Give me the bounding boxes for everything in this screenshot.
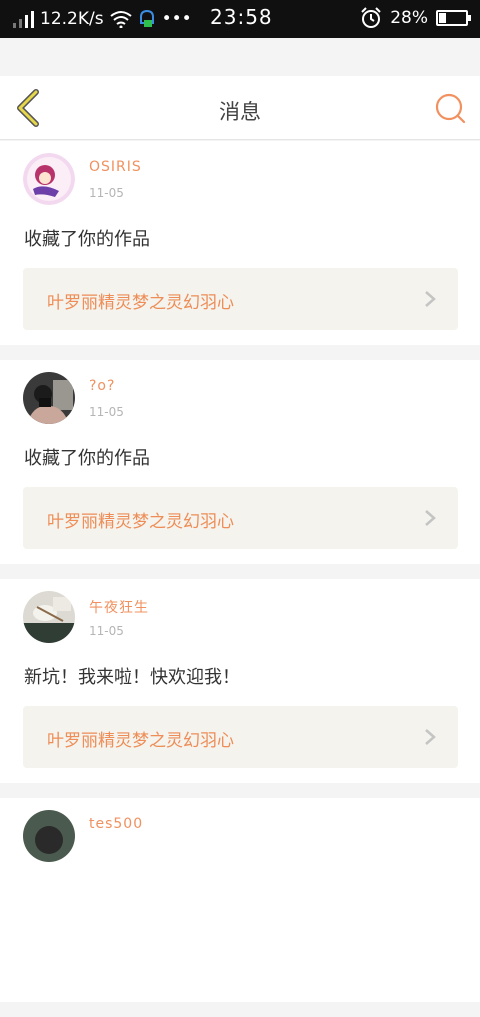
network-speed: 12.2K/s xyxy=(40,9,104,29)
message-card: OSIRIS 11-05 收藏了你的作品 叶罗丽精灵梦之灵幻羽心 xyxy=(0,141,480,345)
battery-icon xyxy=(436,10,471,26)
username[interactable]: 午夜狂生 xyxy=(89,597,149,617)
chevron-right-icon xyxy=(425,291,436,307)
avatar[interactable] xyxy=(23,810,75,862)
message-card: 午夜狂生 11-05 新坑！我来啦！快欢迎我！ 叶罗丽精灵梦之灵幻羽心 xyxy=(0,579,480,783)
top-spacer xyxy=(0,38,480,76)
avatar[interactable] xyxy=(23,372,75,424)
username[interactable]: ?o? xyxy=(89,378,115,394)
work-title: 叶罗丽精灵梦之灵幻羽心 xyxy=(47,731,234,751)
page-title: 消息 xyxy=(219,100,261,124)
alarm-icon xyxy=(361,7,381,28)
app-header: 消息 xyxy=(0,76,480,140)
work-link[interactable]: 叶罗丽精灵梦之灵幻羽心 xyxy=(23,487,458,549)
work-link[interactable]: 叶罗丽精灵梦之灵幻羽心 xyxy=(23,706,458,768)
message-date: 11-05 xyxy=(89,186,124,200)
avatar[interactable] xyxy=(23,591,75,643)
work-link[interactable]: 叶罗丽精灵梦之灵幻羽心 xyxy=(23,268,458,330)
chevron-right-icon xyxy=(425,729,436,745)
message-text: 收藏了你的作品 xyxy=(24,448,150,469)
signal-icon xyxy=(13,11,34,28)
work-title: 叶罗丽精灵梦之灵幻羽心 xyxy=(47,512,234,532)
username[interactable]: tes500 xyxy=(89,816,143,832)
message-list: OSIRIS 11-05 收藏了你的作品 叶罗丽精灵梦之灵幻羽心 ?o? 11-… xyxy=(0,141,480,1017)
more-status-icon: ••• xyxy=(161,9,192,29)
status-bar: 12.2K/s ••• 23:58 28% xyxy=(0,0,480,38)
message-date: 11-05 xyxy=(89,405,124,419)
chevron-right-icon xyxy=(425,510,436,526)
clock: 23:58 xyxy=(210,5,273,29)
avatar[interactable] xyxy=(23,153,75,205)
notification-icon xyxy=(139,9,154,27)
message-date: 11-05 xyxy=(89,624,124,638)
search-icon[interactable] xyxy=(434,92,466,124)
message-card: ?o? 11-05 收藏了你的作品 叶罗丽精灵梦之灵幻羽心 xyxy=(0,360,480,564)
wifi-icon xyxy=(109,11,132,28)
message-text: 新坑！我来啦！快欢迎我！ xyxy=(24,667,240,688)
username[interactable]: OSIRIS xyxy=(89,159,142,175)
message-text: 收藏了你的作品 xyxy=(24,229,150,250)
work-title: 叶罗丽精灵梦之灵幻羽心 xyxy=(47,293,234,313)
battery-percent: 28% xyxy=(390,8,428,28)
message-card: tes500 xyxy=(0,798,480,1002)
